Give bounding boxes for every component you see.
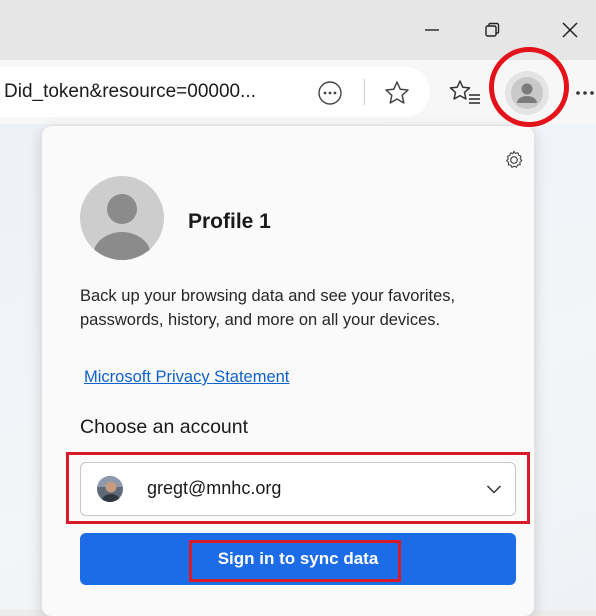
minimize-button[interactable] bbox=[402, 0, 462, 60]
settings-more-button[interactable] bbox=[574, 82, 596, 104]
settings-more-icon bbox=[576, 91, 594, 95]
close-icon bbox=[562, 22, 578, 38]
favorites-list-icon bbox=[449, 80, 480, 104]
profile-avatar bbox=[80, 176, 164, 260]
privacy-statement-link[interactable]: Microsoft Privacy Statement bbox=[84, 368, 289, 387]
more-tools-button[interactable] bbox=[316, 79, 344, 107]
favorites-button[interactable] bbox=[448, 77, 482, 109]
annotation-box-sign-in bbox=[189, 540, 401, 582]
favorite-star-icon bbox=[385, 81, 409, 104]
more-tools-icon bbox=[318, 81, 342, 105]
gear-icon bbox=[506, 150, 523, 168]
profile-name: Profile 1 bbox=[188, 210, 271, 233]
annotation-circle-profile bbox=[489, 47, 569, 127]
close-button[interactable] bbox=[540, 0, 596, 60]
avatar-placeholder-icon bbox=[80, 176, 164, 260]
address-bar[interactable]: Did_token&resource=00000... bbox=[0, 67, 430, 117]
minimize-icon bbox=[425, 29, 439, 31]
sync-description: Back up your browsing data and see your … bbox=[80, 287, 456, 329]
annotation-box-account bbox=[66, 452, 530, 524]
title-bar bbox=[0, 0, 596, 60]
address-separator bbox=[364, 79, 365, 105]
choose-account-label: Choose an account bbox=[80, 416, 249, 438]
profile-settings-button[interactable] bbox=[500, 146, 528, 174]
favorite-button[interactable] bbox=[382, 78, 412, 108]
restore-icon bbox=[485, 22, 500, 37]
address-url[interactable]: Did_token&resource=00000... bbox=[4, 81, 256, 103]
